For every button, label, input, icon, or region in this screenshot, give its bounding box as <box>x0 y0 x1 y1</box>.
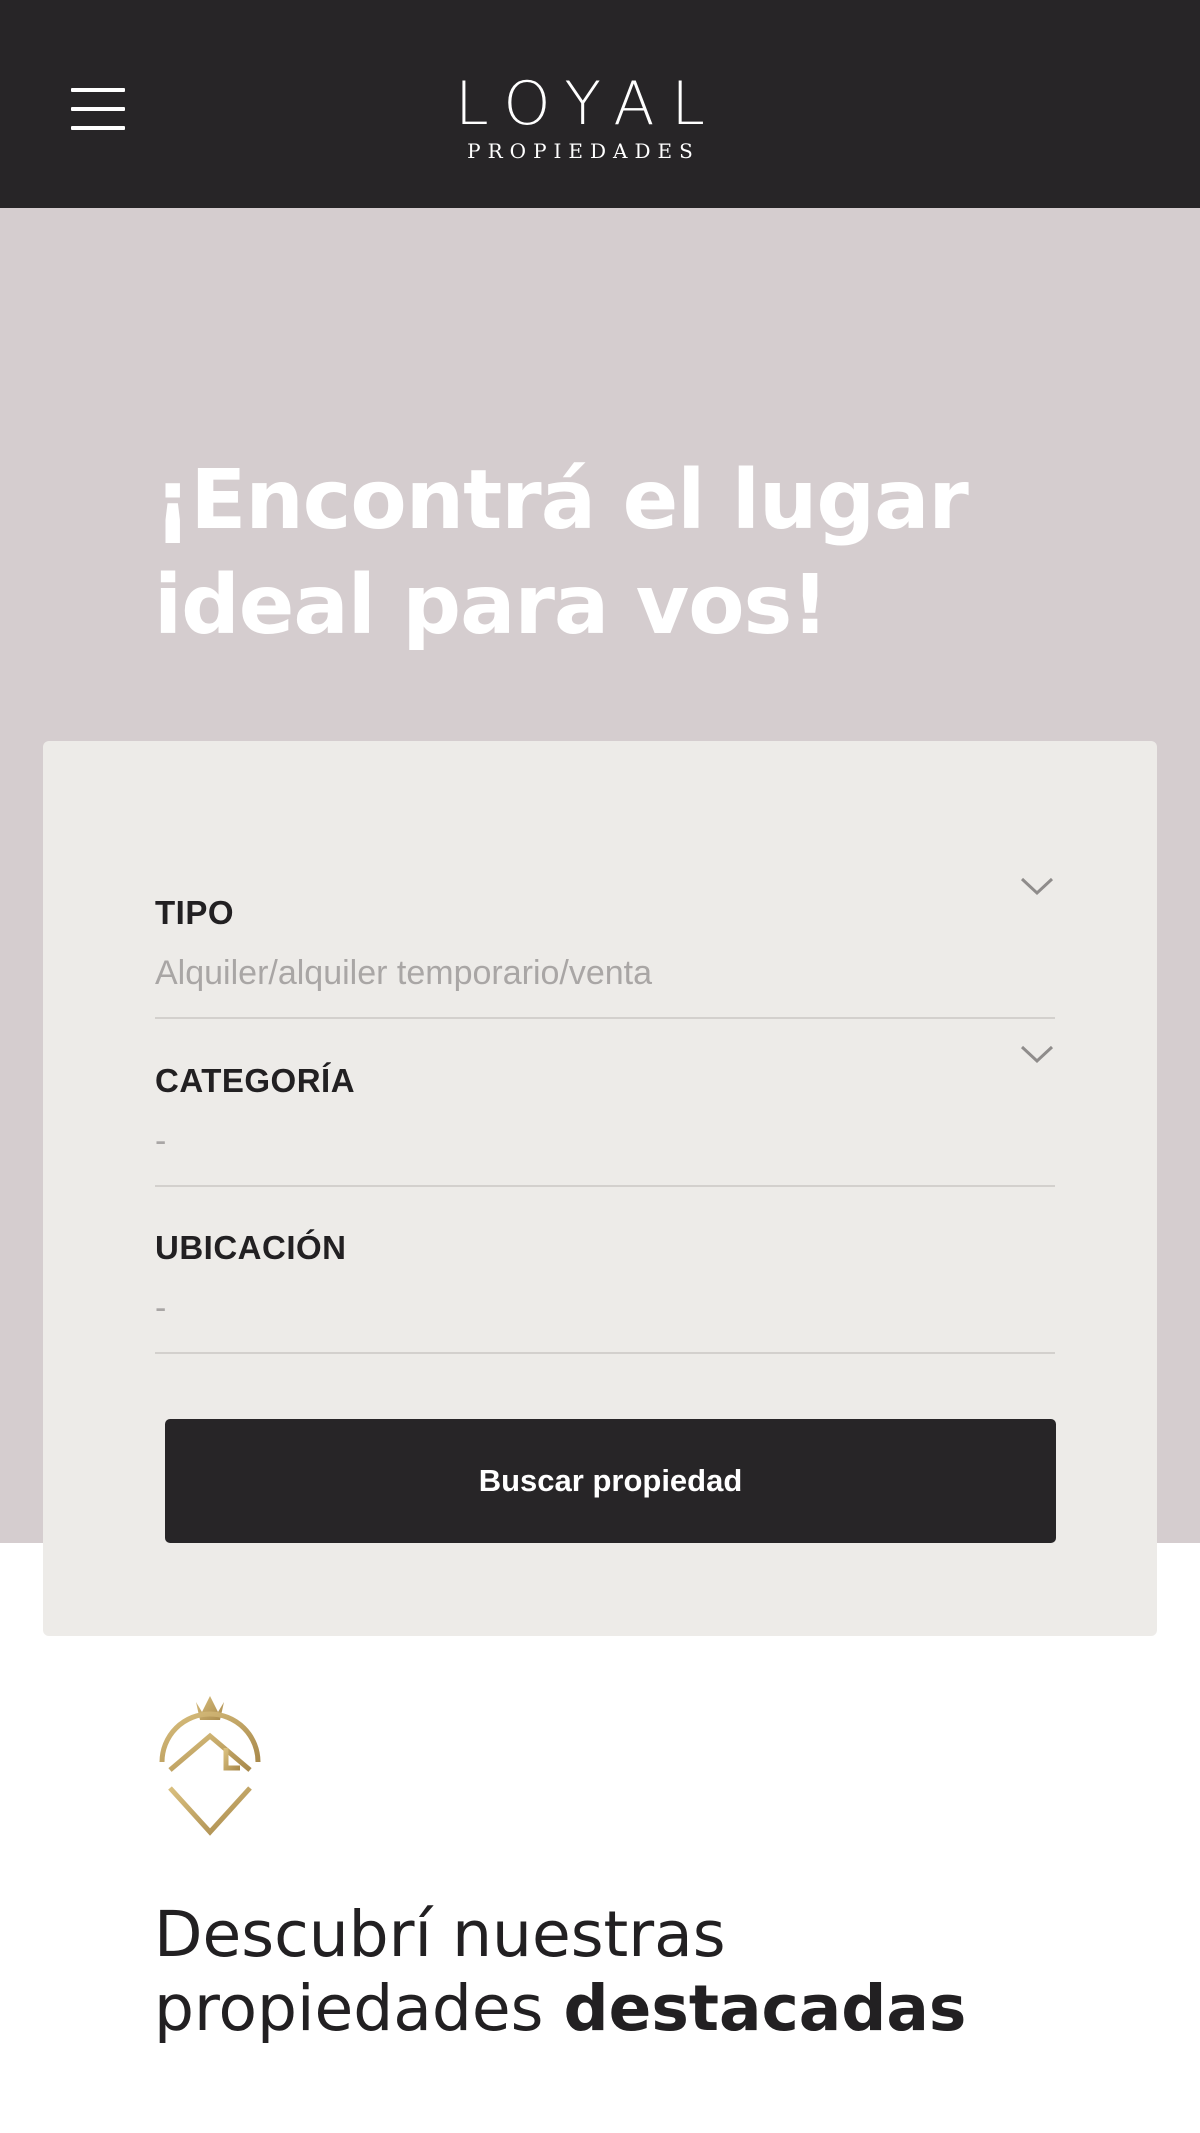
categoria-select[interactable]: CATEGORÍA - <box>155 1045 1055 1187</box>
search-property-button-label: Buscar propiedad <box>478 1463 743 1498</box>
ubicacion-value: - <box>155 1289 167 1327</box>
house-pin-crown-icon <box>159 1696 261 1836</box>
search-property-button[interactable]: Buscar propiedad <box>165 1419 1056 1543</box>
logo-wordmark: LOYAL <box>455 69 722 139</box>
tipo-select[interactable]: TIPO Alquiler/alquiler temporario/venta <box>155 877 1055 1019</box>
categoria-value: - <box>155 1122 167 1160</box>
tipo-value: Alquiler/alquiler temporario/venta <box>155 954 653 992</box>
tipo-label: TIPO <box>155 894 235 931</box>
categoria-label: CATEGORÍA <box>155 1062 356 1099</box>
site-logo[interactable]: LOYAL PROPIEDADES <box>430 72 730 172</box>
top-bar: LOYAL PROPIEDADES <box>0 0 1200 208</box>
logo-subtitle: PROPIEDADES <box>467 139 700 163</box>
hero-title: ¡Encontrá el lugar ideal para vos! <box>154 453 969 653</box>
featured-properties-heading: Descubrí nuestras propiedades destacadas <box>154 1898 1114 2046</box>
property-search-card: TIPO Alquiler/alquiler temporario/venta … <box>43 741 1157 1636</box>
ubicacion-label: UBICACIÓN <box>155 1229 347 1266</box>
chevron-down-icon <box>1020 877 1054 896</box>
chevron-down-icon <box>1020 1045 1054 1064</box>
hamburger-menu-icon[interactable] <box>71 88 125 132</box>
ubicacion-field[interactable]: UBICACIÓN - <box>155 1228 1055 1354</box>
featured-heading-bold: destacadas <box>563 1972 967 2045</box>
